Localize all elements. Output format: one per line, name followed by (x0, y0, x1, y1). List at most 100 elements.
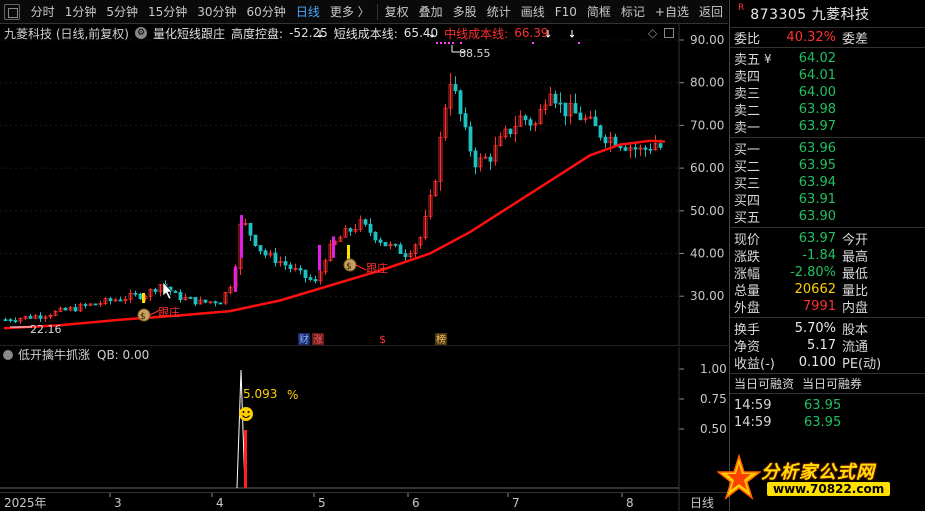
tick-time: 14:59 (734, 415, 772, 430)
margin-financing-label[interactable]: 当日可融资 (734, 375, 794, 392)
signal-dot (436, 42, 438, 44)
stat-row-value: 5.17 (807, 338, 836, 353)
margin-short-label[interactable]: 当日可融券 (802, 375, 862, 392)
tick-price: 63.95 (804, 398, 842, 413)
stock-name-label: 九菱科技 (日线,前复权) (4, 26, 129, 41)
stat-row-value: -1.84 (802, 248, 836, 263)
layout-icon[interactable] (4, 3, 20, 20)
indicator-name[interactable]: 量化短线跟庄 (153, 25, 225, 42)
tab-1min[interactable]: 1分钟 (60, 3, 102, 20)
high-marker: 88.55 (451, 45, 491, 60)
stats-button[interactable]: 统计 (482, 3, 516, 20)
follow-label: 跟庄 (366, 261, 388, 275)
candle-body (398, 244, 403, 255)
candle-body (13, 320, 18, 323)
candle-body (558, 102, 563, 105)
stat-row-value: 63.97 (798, 231, 836, 246)
candle-body (213, 301, 218, 304)
stat-row-label: 外盘 (734, 301, 761, 316)
add-watchlist-button[interactable]: +自选 (650, 3, 694, 20)
settings-icon[interactable]: ⚙ (135, 27, 147, 39)
weibi-label: 委比 (734, 32, 761, 47)
overlay-button[interactable]: 叠加 (414, 3, 448, 20)
multi-stock-button[interactable]: 多股 (448, 3, 482, 20)
sub-indicator-chart[interactable]: 低开擒牛抓涨 QB: 0.00 1.00 0.75 0.50 5.093 % (0, 347, 728, 492)
period-label[interactable]: 日线 (690, 496, 714, 510)
arrow-down-icon (569, 30, 575, 38)
percent-label: % (287, 388, 298, 402)
sub-indicator-title[interactable]: 低开擒牛抓涨 (18, 347, 90, 362)
rise-marker[interactable]: 涨 (313, 334, 323, 346)
bid-row-value: 63.90 (798, 209, 836, 224)
stat-row-value: 20662 (794, 282, 836, 297)
candle-body (253, 234, 258, 246)
candle-body (8, 319, 13, 322)
watermark-url: www.70822.com (767, 482, 891, 496)
candle-body (463, 113, 468, 128)
rights-button[interactable]: 复权 (380, 3, 414, 20)
tab-minute[interactable]: 分时 (26, 3, 60, 20)
f10-button[interactable]: F10 (550, 5, 582, 19)
tab-30min[interactable]: 30分钟 (192, 3, 241, 20)
ask-row-value: 64.00 (798, 85, 836, 100)
tick-row: 14:59 63.95 (730, 414, 925, 431)
tab-15min[interactable]: 15分钟 (143, 3, 192, 20)
candle-body (563, 102, 568, 117)
stat-row: 涨幅 -2.80% 最低 (730, 264, 925, 282)
ask-list: 卖五 ¥64.02 卖四 64.01 卖三 64.00 卖二 63.98 卖一 63.97 (730, 48, 925, 138)
y-tick-label: 1.00 (700, 362, 727, 376)
tab-5min[interactable]: 5分钟 (101, 3, 143, 20)
mark-button[interactable]: 标记 (616, 3, 650, 20)
candle-body (458, 90, 463, 115)
finance-marker[interactable]: 财 (299, 333, 309, 346)
watermark: 分析家公式网 www.70822.com (717, 454, 917, 506)
weicha-label: 委差 (842, 32, 869, 47)
tab-more[interactable]: 更多 〉 (325, 3, 375, 20)
candle-body (468, 126, 473, 152)
draw-button[interactable]: 画线 (516, 3, 550, 20)
candle-body (203, 299, 208, 303)
tick-list: 14:59 63.95 14:59 63.95 (730, 394, 925, 431)
candlesticks (3, 73, 663, 324)
candle-body (263, 250, 268, 256)
bid-row-value: 63.95 (798, 158, 836, 173)
ask-row-value: 63.97 (798, 119, 836, 134)
candle-body (73, 307, 78, 312)
spike-value: 5.093 (243, 387, 277, 401)
maximize-icon[interactable] (664, 28, 674, 38)
kline-chart[interactable]: 90.00 80.00 70.00 60.00 50.00 40.00 30.00 88.5… (0, 24, 728, 346)
highlight-candle (332, 236, 335, 258)
diamond-icon[interactable]: ◇ (648, 26, 657, 40)
back-button[interactable]: 返回 (694, 3, 728, 20)
tab-60min[interactable]: 60分钟 (242, 3, 291, 20)
candle-body (383, 242, 388, 247)
candle-body (618, 146, 623, 149)
svg-text:$: $ (140, 312, 146, 322)
y-tick-label: 40.00 (690, 247, 724, 261)
bottom-markers: 财 涨 $ 榜 (298, 333, 447, 346)
candle-body (363, 219, 368, 225)
candle-body (473, 150, 478, 168)
simple-frame-button[interactable]: 简框 (582, 3, 616, 20)
follow-signal-2: $ 跟庄 (343, 258, 388, 275)
candle-body (303, 269, 308, 279)
x-tick-label: 2025年 (4, 496, 47, 510)
x-tick-label: 8 (626, 496, 634, 510)
stock-code-name[interactable]: 873305 九菱科技 (750, 4, 869, 24)
bid-row: 买四 63.91 (730, 191, 925, 209)
candle-body (453, 84, 458, 92)
candle-body (403, 253, 408, 258)
ask-row-label: 卖一 (734, 121, 761, 136)
settings-icon[interactable] (3, 350, 13, 360)
ma-line (3, 139, 666, 330)
y-tick-label: 0.75 (700, 392, 727, 406)
tab-daily[interactable]: 日线 (291, 3, 325, 20)
spike-bar (244, 430, 247, 488)
r-badge: R (738, 2, 745, 13)
candle-body (63, 307, 68, 311)
currency-flag: ¥ (764, 51, 772, 66)
margin-row: 当日可融资 当日可融券 (730, 374, 925, 394)
ranking-marker[interactable]: 榜 (436, 333, 446, 346)
money-marker[interactable]: $ (379, 333, 386, 346)
signal-dot (448, 42, 450, 44)
